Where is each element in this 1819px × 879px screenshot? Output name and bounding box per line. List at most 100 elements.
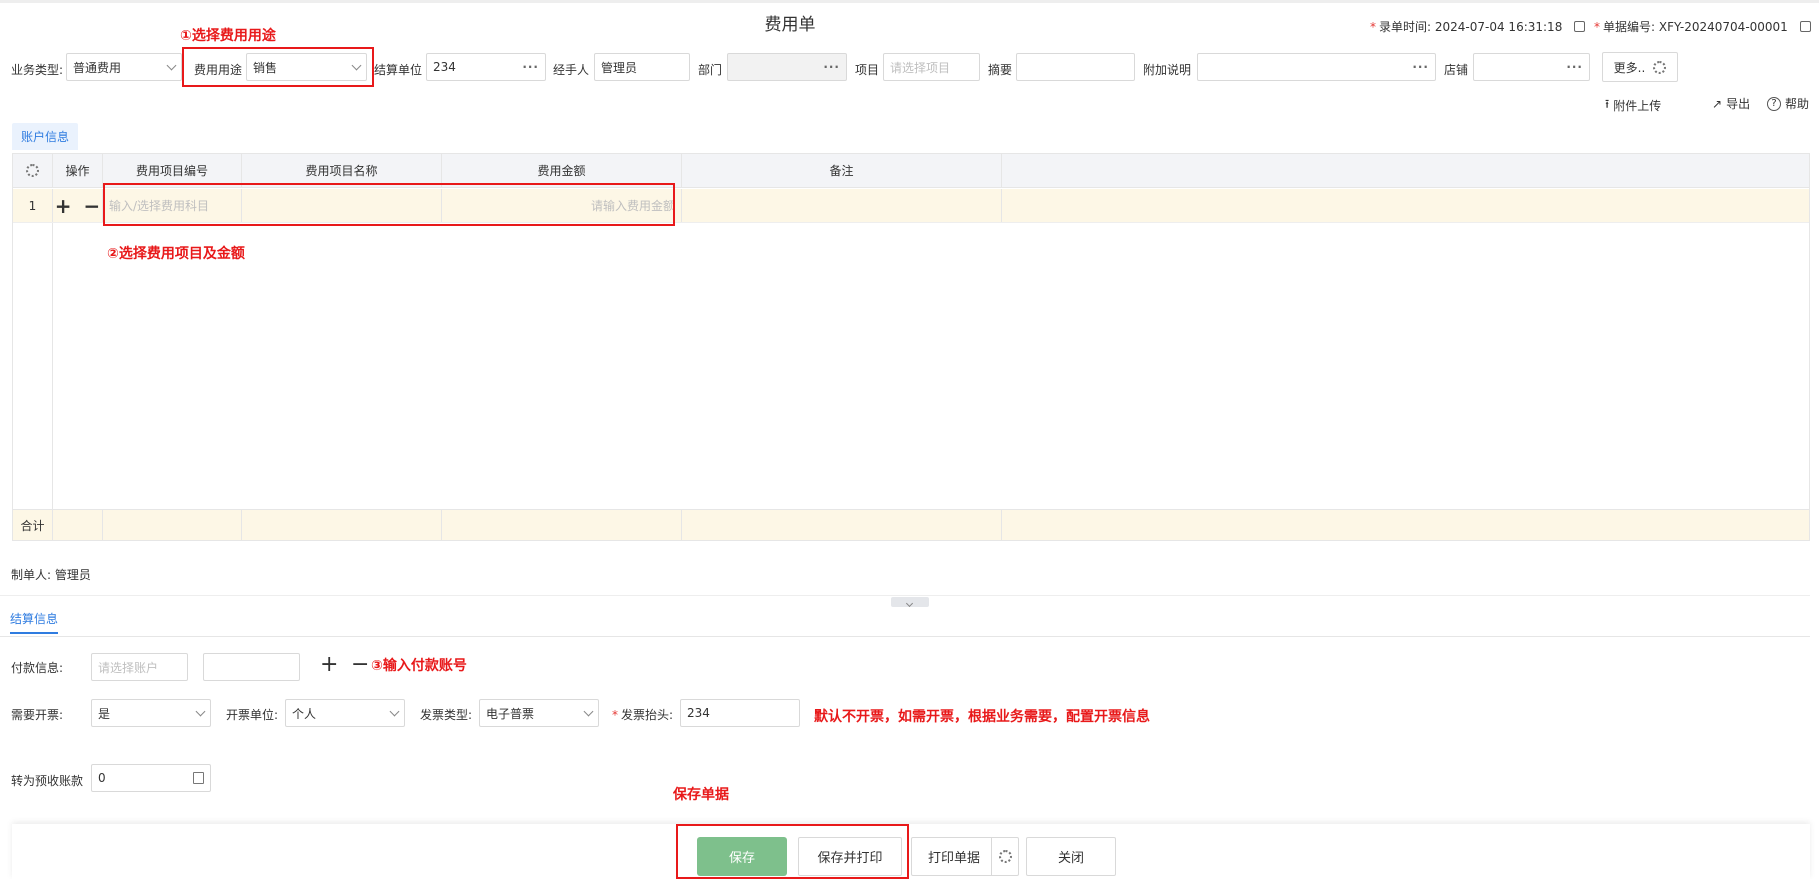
remark-cell[interactable]: [682, 189, 1002, 222]
doc-number-label: 单据编号:: [1603, 20, 1656, 34]
chevron-down-icon: [195, 706, 206, 716]
annotation-box-buttons: [676, 824, 909, 879]
extra-note-input[interactable]: ···: [1197, 53, 1436, 81]
extra-note-label: 附加说明: [1143, 63, 1192, 77]
dept-input[interactable]: ···: [727, 53, 847, 81]
record-time: * 录单时间: 2024-07-04 16:31:18: [1370, 18, 1586, 35]
annotation-save: 保存单据: [673, 787, 729, 803]
print-label: 打印单据: [928, 851, 981, 866]
chevron-down-icon: [905, 599, 914, 608]
remove-account-icon[interactable]: −: [351, 652, 369, 677]
invoice-title-label: * 发票抬头:: [612, 708, 674, 722]
handler-label: 经手人: [553, 63, 590, 77]
invoice-title-input[interactable]: 234: [680, 699, 800, 727]
invoice-type-label: 发票类型:: [420, 708, 473, 722]
section-divider: [0, 595, 1810, 596]
biz-type-label: 业务类型:: [11, 63, 64, 77]
settle-unit-input[interactable]: 234 ···: [426, 53, 546, 81]
more-dots-icon[interactable]: ···: [1566, 60, 1583, 74]
invoice-needed-value: 是: [98, 706, 111, 721]
grid-footer: 合计: [13, 509, 1809, 540]
upload-button[interactable]: ⭱ 附件上传: [1605, 95, 1661, 116]
invoice-title-label-text: 发票抬头:: [621, 708, 674, 722]
help-icon: ?: [1767, 96, 1781, 111]
annotation-step3: ③输入付款账号: [371, 658, 467, 674]
help-button[interactable]: ? 帮助: [1767, 95, 1809, 112]
chevron-down-icon: [583, 706, 594, 716]
help-label: 帮助: [1785, 97, 1810, 111]
creator-label: 制单人:: [11, 568, 52, 582]
invoice-unit-label: 开票单位:: [226, 708, 279, 722]
edit-icon[interactable]: [1799, 21, 1811, 32]
add-account-icon[interactable]: +: [320, 652, 338, 677]
annotation-box-grid: [103, 183, 675, 226]
settle-unit-value: 234: [433, 60, 456, 74]
handler-value: 管理员: [601, 60, 638, 75]
prepay-value: 0: [98, 771, 106, 785]
gear-icon[interactable]: [999, 850, 1012, 863]
col-header-action: 操作: [53, 154, 103, 187]
invoice-unit-value: 个人: [292, 706, 317, 721]
collapse-toggle[interactable]: [891, 597, 929, 608]
print-button[interactable]: 打印单据: [911, 837, 1019, 876]
payment-label: 付款信息:: [11, 661, 64, 675]
more-dots-icon[interactable]: ···: [522, 60, 539, 74]
annotation-step2: ②选择费用项目及金额: [107, 246, 245, 262]
button-divider: [991, 838, 992, 875]
invoice-type-value: 电子普票: [486, 706, 535, 721]
row-index: 1: [13, 189, 53, 222]
project-placeholder: 请选择项目: [890, 60, 951, 75]
payment-account-placeholder: 请选择账户: [98, 660, 159, 675]
chevron-down-icon: [389, 706, 400, 716]
record-time-label: 录单时间:: [1379, 20, 1432, 34]
biz-type-select[interactable]: 普通费用: [66, 53, 182, 81]
calculator-icon[interactable]: [193, 772, 204, 784]
gear-icon[interactable]: [1653, 60, 1667, 74]
tab-divider: [0, 636, 1810, 637]
tab-settle-info[interactable]: 结算信息: [10, 610, 59, 634]
edit-icon[interactable]: [1574, 21, 1586, 32]
invoice-needed-select[interactable]: 是: [91, 699, 211, 727]
project-input[interactable]: 请选择项目: [883, 53, 980, 81]
more-dots-icon[interactable]: ···: [823, 60, 840, 74]
top-divider: [0, 0, 1819, 3]
dept-label: 部门: [698, 63, 723, 77]
invoice-type-select[interactable]: 电子普票: [479, 699, 599, 727]
payment-amount-input[interactable]: [203, 653, 300, 681]
payment-account-input[interactable]: 请选择账户: [91, 653, 188, 681]
total-cell: [103, 510, 242, 540]
store-input[interactable]: ···: [1473, 53, 1590, 81]
invoice-needed-label: 需要开票:: [11, 708, 64, 722]
annotation-step1: ①选择费用用途: [180, 28, 276, 44]
close-button[interactable]: 关闭: [1026, 837, 1116, 876]
store-label: 店铺: [1444, 63, 1469, 77]
summary-label: 摘要: [988, 63, 1013, 77]
tab-account-info[interactable]: 账户信息: [12, 123, 79, 150]
total-label: 合计: [13, 510, 53, 540]
biz-type-value: 普通费用: [73, 60, 122, 75]
prepay-input[interactable]: 0: [91, 764, 211, 792]
column-settings-button[interactable]: [13, 154, 53, 187]
prepay-label: 转为预收账款: [11, 774, 84, 788]
handler-input[interactable]: 管理员: [594, 53, 690, 81]
more-dots-icon[interactable]: ···: [1412, 60, 1429, 74]
total-cell: [53, 510, 103, 540]
project-label: 项目: [855, 63, 880, 77]
chevron-down-icon: [166, 60, 177, 70]
remove-row-icon[interactable]: −: [84, 194, 101, 218]
more-fields-button[interactable]: 更多..: [1602, 52, 1678, 82]
summary-input[interactable]: [1016, 53, 1135, 81]
add-row-icon[interactable]: +: [55, 194, 72, 218]
doc-number-value: XFY-20240704-00001: [1658, 20, 1788, 34]
invoice-unit-select[interactable]: 个人: [285, 699, 405, 727]
gear-icon[interactable]: [26, 164, 39, 177]
row-actions: + −: [53, 189, 103, 222]
settle-unit-label: 结算单位: [374, 63, 423, 77]
doc-number: * 单据编号: XFY-20240704-00001: [1594, 18, 1811, 35]
export-button[interactable]: ↗ 导出: [1712, 95, 1750, 112]
upload-label: 附件上传: [1613, 99, 1662, 113]
upload-icon: ⭱: [1605, 97, 1610, 111]
total-cell: [242, 510, 442, 540]
annotation-invoice: 默认不开票，如需开票，根据业务需要，配置开票信息: [814, 709, 1150, 725]
annotation-box-purpose: [182, 47, 374, 87]
